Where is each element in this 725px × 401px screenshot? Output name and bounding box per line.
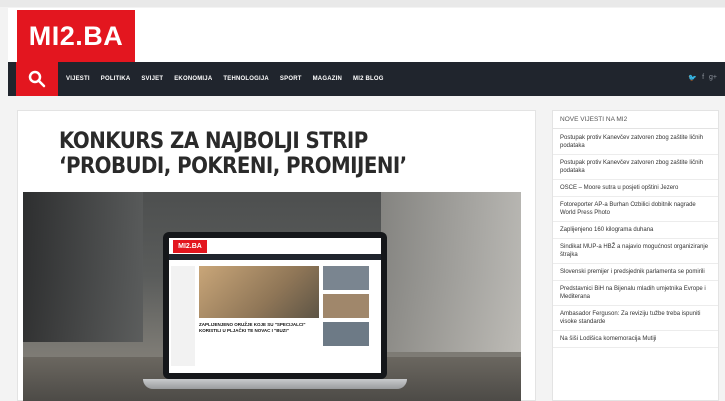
- nav-item-svijet[interactable]: SVIJET: [141, 76, 163, 82]
- list-item[interactable]: Sindikat MUP-a HBŽ a najavio mogućnost o…: [553, 239, 718, 264]
- mini-lead-caption: ZAPLIJENJENO ORUŽJE KOJE SU "SPECIJALCI"…: [199, 322, 306, 333]
- mini-lead-image: [199, 266, 319, 318]
- nav-item-politika[interactable]: POLITIKA: [101, 76, 131, 82]
- laptop-screen-content: MI2.BA ZAPLIJENJENO ORUŽJE KOJE SU "SPEC…: [169, 238, 381, 373]
- article-title[interactable]: KONKURS ZA NAJBOLJI STRIP ‘PROBUDI, POKR…: [59, 129, 446, 179]
- mini-site-logo: MI2.BA: [173, 240, 207, 253]
- article-hero-image[interactable]: MI2.BA ZAPLIJENJENO ORUŽJE KOJE SU "SPEC…: [23, 192, 521, 401]
- article-card: KONKURS ZA NAJBOLJI STRIP ‘PROBUDI, POKR…: [17, 110, 536, 401]
- list-item[interactable]: Zaplijenjeno 160 kilograma duhana: [553, 222, 718, 239]
- laptop-screen: MI2.BA ZAPLIJENJENO ORUŽJE KOJE SU "SPEC…: [163, 232, 387, 379]
- nav-item-vijesti[interactable]: VIJESTI: [66, 76, 90, 82]
- list-item[interactable]: Na šiši Lodišica komemoracija Mutiji: [553, 331, 718, 348]
- mini-left-column: [171, 266, 195, 366]
- mini-side-thumb: [323, 266, 369, 290]
- nav-item-ekonomija[interactable]: EKONOMIJA: [174, 76, 212, 82]
- site-logo[interactable]: MI2.BA: [17, 10, 135, 62]
- mini-side-thumb: [323, 294, 369, 318]
- sidebar-heading: NOVE VIJESTI NA MI2: [553, 111, 718, 129]
- nav-menu: VIJESTI POLITIKA SVIJET EKONOMIJA TEHNOL…: [66, 62, 395, 96]
- hero-window-left: [23, 192, 143, 342]
- nav-item-magazin[interactable]: MAGAZIN: [313, 76, 342, 82]
- list-item[interactable]: Predstavnici BiH na Bijenalu mladih umje…: [553, 281, 718, 306]
- search-icon: [28, 70, 46, 88]
- mini-site-nav: [169, 254, 381, 260]
- mini-side-thumb: [323, 322, 369, 346]
- googleplus-icon[interactable]: g+: [709, 74, 717, 82]
- laptop-base: [143, 379, 407, 389]
- list-item[interactable]: Slovenski premijer i predsjednik parlame…: [553, 264, 718, 281]
- social-links: 🐦 f g+: [688, 74, 717, 82]
- list-item[interactable]: Postupak protiv Kanevčev zatvoren zbog z…: [553, 155, 718, 180]
- browser-top-strip: [0, 0, 725, 7]
- main-navbar: VIJESTI POLITIKA SVIJET EKONOMIJA TEHNOL…: [8, 62, 725, 96]
- nav-item-mi2-blog[interactable]: MI2 BLOG: [353, 76, 384, 82]
- facebook-icon[interactable]: f: [702, 74, 704, 82]
- nav-item-sport[interactable]: SPORT: [280, 76, 302, 82]
- search-button[interactable]: [16, 62, 58, 96]
- hero-window-right: [381, 192, 521, 352]
- sidebar-news-list: Postupak protiv Kanevčev zatvoren zbog z…: [553, 130, 718, 348]
- list-item[interactable]: Postupak protiv Kanevčev zatvoren zbog z…: [553, 130, 718, 155]
- twitter-icon[interactable]: 🐦: [688, 74, 697, 82]
- list-item[interactable]: Fotoreporter AP-a Burhan Ozbilici dobitn…: [553, 197, 718, 222]
- list-item[interactable]: Ambasador Ferguson: Za reviziju tužbe tr…: [553, 306, 718, 331]
- nav-item-tehnologija[interactable]: TEHNOLOGIJA: [223, 76, 269, 82]
- list-item[interactable]: OSCE – Moore sutra u posjeti opštini Jez…: [553, 180, 718, 197]
- latest-news-sidebar: NOVE VIJESTI NA MI2 Postupak protiv Kane…: [552, 110, 719, 401]
